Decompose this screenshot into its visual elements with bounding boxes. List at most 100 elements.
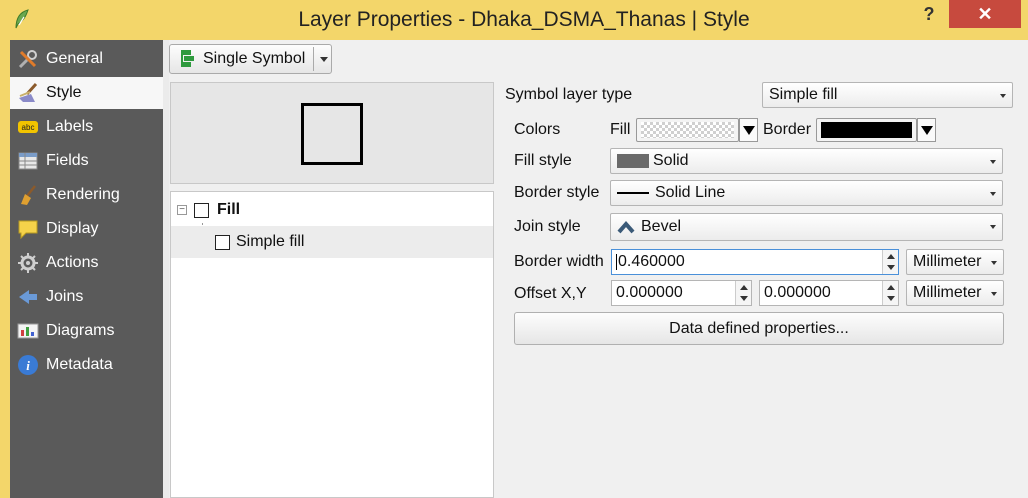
- colors-label: Colors: [514, 121, 561, 138]
- paintbrush-icon: [16, 81, 40, 105]
- chevron-down-icon: [990, 192, 996, 196]
- sidebar-item-label: Labels: [46, 118, 94, 135]
- border-width-input[interactable]: 0.460000: [611, 249, 899, 275]
- sidebar-item-actions[interactable]: Actions: [10, 247, 163, 279]
- spin-up-icon[interactable]: [887, 254, 895, 259]
- wrench-screwdriver-icon: [16, 47, 40, 71]
- sidebar-item-labels[interactable]: abc Labels: [10, 111, 163, 143]
- diagram-icon: [16, 319, 40, 343]
- sidebar-item-label: Style: [46, 84, 82, 101]
- broom-icon: [16, 183, 40, 207]
- sidebar-item-label: Joins: [46, 288, 84, 305]
- offset-y-value: 0.000000: [764, 284, 831, 301]
- help-button[interactable]: ?: [912, 2, 946, 26]
- border-width-unit-value: Millimeter: [913, 253, 982, 270]
- speech-bubble-icon: [16, 217, 40, 241]
- single-symbol-icon: [181, 50, 194, 67]
- gear-icon: [16, 251, 40, 275]
- info-icon: i: [16, 353, 40, 377]
- tree-item-fill-label: Fill: [217, 201, 241, 218]
- spin-down-icon[interactable]: [740, 296, 748, 301]
- dropdown-separator: [313, 47, 314, 71]
- svg-text:i: i: [26, 358, 30, 373]
- border-color-label: Border: [763, 121, 812, 138]
- abc-label-icon: abc: [16, 115, 40, 139]
- fill-symbol-icon: [194, 203, 209, 218]
- table-icon: [16, 149, 40, 173]
- sidebar-item-diagrams[interactable]: Diagrams: [10, 315, 163, 347]
- offset-label: Offset X,Y: [514, 285, 587, 302]
- border-color-swatch: [821, 122, 912, 138]
- offset-unit-dropdown[interactable]: Millimeter: [906, 280, 1004, 306]
- sidebar-item-rendering[interactable]: Rendering: [10, 179, 163, 211]
- chevron-down-icon: [320, 57, 328, 62]
- collapse-icon[interactable]: −: [177, 205, 187, 215]
- sidebar-item-label: Actions: [46, 254, 99, 271]
- renderer-type-dropdown[interactable]: Single Symbol: [169, 44, 332, 74]
- line-style-sample: [617, 192, 649, 194]
- spin-down-icon[interactable]: [887, 296, 895, 301]
- data-defined-properties-label: Data defined properties...: [669, 319, 849, 337]
- border-width-value: 0.460000: [618, 253, 685, 270]
- join-style-value: Bevel: [641, 218, 682, 235]
- sidebar-item-style[interactable]: Style: [10, 77, 163, 109]
- offset-x-value: 0.000000: [616, 284, 683, 301]
- fill-style-dropdown[interactable]: Solid: [610, 148, 1003, 174]
- join-arrow-icon: [16, 285, 40, 309]
- symbol-preview-square: [301, 103, 363, 165]
- chevron-down-icon: [1000, 94, 1006, 98]
- chevron-down-icon: [991, 261, 997, 265]
- border-color-menu-button[interactable]: [917, 118, 936, 142]
- symbol-preview: [170, 82, 494, 184]
- text-caret: [616, 254, 617, 270]
- spin-down-icon[interactable]: [887, 265, 895, 270]
- close-button[interactable]: ✕: [949, 0, 1021, 28]
- border-style-value: Solid Line: [655, 184, 726, 201]
- tree-item-simple-fill-label: Simple fill: [236, 233, 305, 250]
- border-style-label: Border style: [514, 184, 600, 201]
- sidebar-item-label: Display: [46, 220, 99, 237]
- join-style-label: Join style: [514, 218, 581, 235]
- sidebar-item-metadata[interactable]: i Metadata: [10, 349, 163, 381]
- tree-row-fill[interactable]: − Fill: [171, 194, 493, 226]
- bevel-join-icon: [617, 220, 635, 234]
- sidebar-item-joins[interactable]: Joins: [10, 281, 163, 313]
- tree-row-simple-fill[interactable]: Simple fill: [171, 226, 493, 258]
- spin-up-icon[interactable]: [887, 285, 895, 290]
- svg-text:abc: abc: [22, 123, 35, 132]
- title-bar: Layer Properties - Dhaka_DSMA_Thanas | S…: [0, 0, 1028, 40]
- offset-y-spinner[interactable]: [882, 281, 898, 305]
- sidebar-item-label: Metadata: [46, 356, 113, 373]
- join-style-dropdown[interactable]: Bevel: [610, 213, 1003, 241]
- sidebar-item-display[interactable]: Display: [10, 213, 163, 245]
- offset-y-input[interactable]: 0.000000: [759, 280, 899, 306]
- sidebar-item-label: General: [46, 50, 103, 67]
- sidebar-item-general[interactable]: General: [10, 43, 163, 75]
- symbol-layer-type-dropdown[interactable]: Simple fill: [762, 82, 1013, 108]
- border-width-unit-dropdown[interactable]: Millimeter: [906, 249, 1004, 275]
- fill-color-menu-button[interactable]: [739, 118, 758, 142]
- offset-unit-value: Millimeter: [913, 284, 982, 301]
- splitter[interactable]: [163, 40, 169, 498]
- border-style-dropdown[interactable]: Solid Line: [610, 180, 1003, 206]
- offset-x-input[interactable]: 0.000000: [611, 280, 752, 306]
- renderer-type-label: Single Symbol: [203, 50, 306, 67]
- simple-fill-symbol-icon: [215, 235, 230, 250]
- sidebar-item-label: Rendering: [46, 186, 120, 203]
- data-defined-properties-button[interactable]: Data defined properties...: [514, 312, 1004, 345]
- border-width-spinner[interactable]: [882, 250, 898, 274]
- sidebar-item-fields[interactable]: Fields: [10, 145, 163, 177]
- border-width-label: Border width: [514, 253, 604, 270]
- symbol-layer-type-value: Simple fill: [769, 86, 838, 103]
- chevron-down-icon: [990, 160, 996, 164]
- offset-x-spinner[interactable]: [735, 281, 751, 305]
- spin-up-icon[interactable]: [740, 285, 748, 290]
- border-color-button[interactable]: [816, 118, 917, 142]
- chevron-down-icon: [991, 292, 997, 296]
- window-title: Layer Properties - Dhaka_DSMA_Thanas | S…: [298, 8, 750, 31]
- sidebar-item-label: Diagrams: [46, 322, 115, 339]
- fill-color-swatch: [641, 122, 734, 138]
- chevron-down-icon: [990, 225, 996, 229]
- fill-color-button[interactable]: [636, 118, 739, 142]
- sidebar: General Style abc Labels Fields Renderin…: [0, 40, 163, 498]
